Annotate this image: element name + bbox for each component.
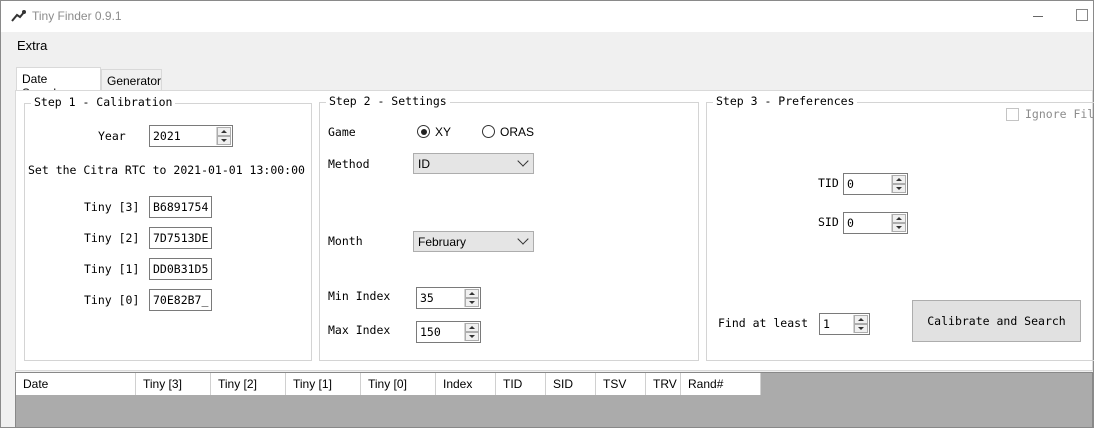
window-title: Tiny Finder 0.9.1 — [32, 9, 122, 23]
title-bar: Tiny Finder 0.9.1 — [1, 1, 1093, 32]
find-at-least-value: 1 — [823, 317, 830, 331]
tiny1-input[interactable]: DD0B31D5 — [149, 258, 212, 280]
tiny2-label: Tiny [2] — [84, 231, 140, 245]
month-value: February — [418, 235, 467, 249]
find-at-least-down-arrow-icon[interactable] — [854, 324, 868, 333]
tiny3-label: Tiny [3] — [84, 200, 140, 214]
game-xy-radio[interactable] — [417, 125, 430, 138]
max-index-value: 150 — [420, 325, 441, 339]
max-index-stepper[interactable]: 150 — [416, 321, 481, 343]
step1-title: Step 1 - Calibration — [31, 95, 176, 109]
column-header-rand[interactable]: Rand# — [681, 373, 761, 395]
minimize-button[interactable] — [1031, 9, 1047, 25]
year-spin — [216, 127, 231, 145]
tiny2-input[interactable]: 7D7513DE — [149, 227, 212, 249]
min-index-stepper[interactable]: 35 — [416, 287, 481, 309]
tid-stepper[interactable]: 0 — [843, 173, 908, 195]
sid-up-arrow-icon[interactable] — [892, 214, 906, 223]
tab-generator-label: Generator — [107, 74, 162, 88]
chevron-down-icon — [517, 233, 529, 245]
calibrate-and-search-button[interactable]: Calibrate and Search — [912, 300, 1081, 342]
ignore-filter-label: Ignore Fil — [1025, 107, 1094, 121]
menu-bar: Extra — [1, 32, 1093, 60]
min-index-value: 35 — [420, 291, 434, 305]
tiny3-input[interactable]: B6891754 — [149, 196, 212, 218]
column-header-tid[interactable]: TID — [496, 373, 546, 395]
max-index-down-arrow-icon[interactable] — [465, 332, 479, 341]
method-label: Method — [328, 157, 370, 171]
year-down-arrow-icon[interactable] — [217, 136, 231, 145]
tiny0-input[interactable]: 70E82B7_ — [149, 289, 212, 311]
tab-date-searcher[interactable]: Date Searcher — [16, 67, 101, 100]
tid-down-arrow-icon[interactable] — [892, 184, 906, 193]
step1-group: Step 1 - Calibration Year 2021 Set the C… — [24, 95, 312, 361]
results-grid-header: Date Tiny [3] Tiny [2] Tiny [1] Tiny [0]… — [16, 373, 761, 395]
method-select[interactable]: ID — [413, 153, 534, 174]
date-searcher-panel: Step 1 - Calibration Year 2021 Set the C… — [15, 90, 1094, 371]
min-index-down-arrow-icon[interactable] — [465, 298, 479, 307]
tid-value: 0 — [847, 177, 854, 191]
sid-spin — [891, 214, 906, 232]
column-header-date[interactable]: Date — [16, 373, 136, 395]
sid-stepper[interactable]: 0 — [843, 212, 908, 234]
min-index-spin — [464, 289, 479, 307]
find-at-least-stepper[interactable]: 1 — [819, 313, 870, 335]
column-header-tiny2[interactable]: Tiny [2] — [211, 373, 286, 395]
app-window: Tiny Finder 0.9.1 Extra Date Searcher Ge… — [0, 0, 1094, 428]
min-index-up-arrow-icon[interactable] — [465, 289, 479, 298]
results-grid[interactable]: Date Tiny [3] Tiny [2] Tiny [1] Tiny [0]… — [15, 372, 1093, 428]
tid-spin — [891, 175, 906, 193]
tab-generator[interactable]: Generator — [101, 69, 162, 91]
step3-title: Step 3 - Preferences — [713, 94, 858, 108]
max-index-spin — [464, 323, 479, 341]
rtc-instruction: Set the Citra RTC to 2021-01-01 13:00:00 — [28, 163, 305, 177]
year-label: Year — [98, 129, 126, 143]
sid-label: SID — [818, 215, 839, 229]
year-value: 2021 — [153, 129, 181, 143]
max-index-label: Max Index — [328, 323, 391, 337]
sid-value: 0 — [847, 216, 854, 230]
year-stepper[interactable]: 2021 — [149, 125, 233, 147]
column-header-tsv[interactable]: TSV — [596, 373, 646, 395]
find-at-least-up-arrow-icon[interactable] — [854, 315, 868, 324]
game-xy-label[interactable]: XY — [435, 125, 451, 139]
find-at-least-label: Find at least — [718, 316, 809, 330]
game-label: Game — [328, 125, 356, 139]
column-header-tiny0[interactable]: Tiny [0] — [361, 373, 436, 395]
menu-extra[interactable]: Extra — [17, 38, 47, 53]
game-oras-radio[interactable] — [482, 125, 495, 138]
step2-title: Step 2 - Settings — [326, 94, 450, 108]
month-select[interactable]: February — [413, 231, 534, 252]
tiny1-label: Tiny [1] — [84, 262, 140, 276]
max-index-up-arrow-icon[interactable] — [465, 323, 479, 332]
month-label: Month — [328, 234, 363, 248]
year-up-arrow-icon[interactable] — [217, 127, 231, 136]
chevron-down-icon — [517, 155, 529, 167]
method-value: ID — [418, 157, 430, 171]
tiny0-label: Tiny [0] — [84, 293, 140, 307]
calibrate-and-search-label: Calibrate and Search — [927, 314, 1066, 328]
find-at-least-spin — [853, 315, 868, 333]
step2-group: Step 2 - Settings Game XY ORAS Method ID… — [319, 94, 699, 361]
column-header-trv[interactable]: TRV — [646, 373, 681, 395]
column-header-index[interactable]: Index — [436, 373, 496, 395]
min-index-label: Min Index — [328, 289, 391, 303]
sid-down-arrow-icon[interactable] — [892, 223, 906, 232]
tid-label: TID — [818, 176, 839, 190]
column-header-sid[interactable]: SID — [546, 373, 596, 395]
maximize-button[interactable] — [1076, 9, 1088, 21]
game-oras-label[interactable]: ORAS — [500, 125, 534, 139]
column-header-tiny3[interactable]: Tiny [3] — [136, 373, 211, 395]
tid-up-arrow-icon[interactable] — [892, 175, 906, 184]
step3-group: Step 3 - Preferences Ignore Fil TID 0 SI… — [706, 94, 1094, 361]
app-icon — [11, 10, 26, 22]
column-header-tiny1[interactable]: Tiny [1] — [286, 373, 361, 395]
ignore-filter-checkbox[interactable] — [1006, 108, 1019, 121]
